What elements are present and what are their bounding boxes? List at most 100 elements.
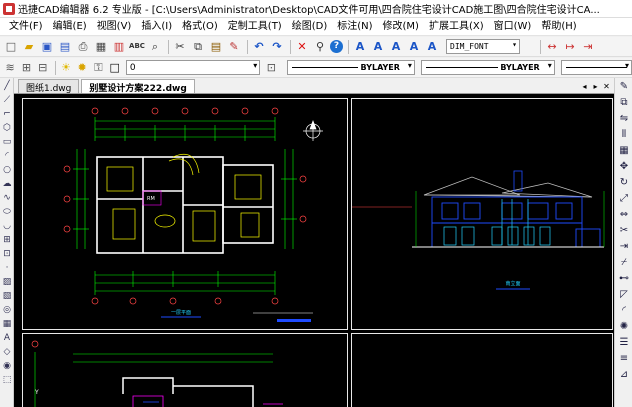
menu-extension-tools[interactable]: 扩展工具(X) — [424, 18, 489, 36]
layers-icon[interactable]: ≡ — [617, 352, 631, 366]
viewport-elevation[interactable]: 南立面 — [351, 98, 613, 330]
line-icon[interactable]: ╱ — [1, 80, 13, 92]
text-align-icon[interactable]: A — [424, 39, 440, 55]
lineweight-select[interactable] — [560, 60, 632, 75]
layer-color-icon[interactable]: □ — [108, 60, 122, 76]
ellipse-arc-icon[interactable]: ◡ — [1, 220, 13, 232]
paste-icon[interactable]: ▤ — [208, 39, 224, 55]
layer-on-icon[interactable]: ☀ — [59, 60, 73, 76]
dim-linear-icon[interactable]: ↔ — [544, 39, 560, 55]
linetype-select[interactable]: BYLAYER — [420, 60, 555, 75]
viewport-empty[interactable] — [351, 333, 613, 407]
mirror-icon[interactable]: ⇋ — [617, 112, 631, 126]
break-icon[interactable]: ⌿ — [617, 256, 631, 270]
text-icon[interactable]: A — [352, 39, 368, 55]
viewport-floor-plan[interactable]: RM 一层平面 — [22, 98, 348, 330]
trim-icon[interactable]: ✂ — [617, 224, 631, 238]
menu-edit[interactable]: 编辑(E) — [48, 18, 92, 36]
layer-manager-icon[interactable]: ≋ — [3, 60, 17, 76]
open-icon[interactable]: ▰ — [21, 39, 37, 55]
text-style-icon[interactable]: A — [406, 39, 422, 55]
array-icon[interactable]: ▦ — [617, 144, 631, 158]
menu-custom-tools[interactable]: 定制工具(T) — [223, 18, 287, 36]
print-preview-icon[interactable]: ▦ — [93, 39, 109, 55]
properties-icon[interactable]: ☰ — [617, 336, 631, 350]
color-select[interactable]: BYLAYER — [286, 60, 415, 75]
tab-scroll-right-icon[interactable]: ▸ — [590, 81, 601, 93]
publish-icon[interactable]: ▥ — [111, 39, 127, 55]
drawing-canvas[interactable]: RM 一层平面 南立面 Y — [14, 94, 614, 407]
layer-freeze-icon[interactable]: ✹ — [75, 60, 89, 76]
menu-dimension[interactable]: 标注(N) — [332, 18, 377, 36]
match-properties-icon[interactable]: ✎ — [226, 39, 242, 55]
new-file-icon[interactable]: □ — [3, 39, 19, 55]
copy-icon[interactable]: ⧉ — [190, 39, 206, 55]
dim-aligned-icon[interactable]: ↦ — [562, 39, 578, 55]
find-icon[interactable]: ⌕ — [147, 39, 163, 55]
revision-cloud-icon[interactable]: ☁ — [1, 178, 13, 190]
menu-view[interactable]: 视图(V) — [92, 18, 137, 36]
dim-ordinate-icon[interactable]: ⇥ — [580, 39, 596, 55]
extend-icon[interactable]: ⇥ — [617, 240, 631, 254]
layer-previous-icon[interactable]: ⊞ — [19, 60, 33, 76]
chamfer-icon[interactable]: ◸ — [617, 288, 631, 302]
menu-insert[interactable]: 插入(I) — [136, 18, 177, 36]
menu-modify[interactable]: 修改(M) — [378, 18, 424, 36]
menu-draw[interactable]: 绘图(D) — [287, 18, 333, 36]
erase-icon[interactable]: ✎ — [617, 80, 631, 94]
polygon-icon[interactable]: ⬡ — [1, 122, 13, 134]
spline-icon[interactable]: ∿ — [1, 192, 13, 204]
gradient-icon[interactable]: ▧ — [1, 290, 13, 302]
menu-format[interactable]: 格式(O) — [177, 18, 223, 36]
layer-state-icon[interactable]: ⊟ — [36, 60, 50, 76]
move-icon[interactable]: ✥ — [617, 160, 631, 174]
spell-check-icon[interactable]: ABC — [129, 39, 145, 55]
tab-scroll-left-icon[interactable]: ◂ — [579, 81, 590, 93]
polyline-icon[interactable]: ⌐ — [1, 108, 13, 120]
dimension-style-select[interactable]: DIM_FONT — [446, 39, 520, 54]
donut-icon[interactable]: ◉ — [1, 360, 13, 372]
measure-icon[interactable]: ⊿ — [617, 368, 631, 382]
stretch-icon[interactable]: ⇔ — [617, 208, 631, 222]
table-icon[interactable]: ▦ — [1, 318, 13, 330]
viewport-floor-plan-2[interactable]: Y — [22, 333, 348, 407]
explode-icon[interactable]: ✺ — [617, 320, 631, 334]
offset-icon[interactable]: ⫴ — [617, 128, 631, 142]
layer-select[interactable]: 0 — [125, 60, 261, 75]
layer-lock-icon[interactable]: ⚿ — [91, 60, 105, 76]
construction-line-icon[interactable]: ⟋ — [1, 94, 13, 106]
tab-close-icon[interactable]: ✕ — [601, 81, 612, 93]
circle-icon[interactable]: ○ — [1, 164, 13, 176]
rectangle-icon[interactable]: ▭ — [1, 136, 13, 148]
undo-icon[interactable]: ↶ — [251, 39, 267, 55]
scale-icon[interactable]: ⤢ — [617, 192, 631, 206]
zoom-icon[interactable]: ⚲ — [312, 39, 328, 55]
save-as-icon[interactable]: ▤ — [57, 39, 73, 55]
ellipse-icon[interactable]: ⬭ — [1, 206, 13, 218]
hatch-icon[interactable]: ▨ — [1, 276, 13, 288]
save-icon[interactable]: ▣ — [39, 39, 55, 55]
print-icon[interactable]: ⎙ — [75, 39, 91, 55]
text-edit-icon[interactable]: A — [388, 39, 404, 55]
boundary-icon[interactable]: ⬚ — [1, 374, 13, 386]
redo-icon[interactable]: ↷ — [269, 39, 285, 55]
mtext-icon[interactable]: A — [370, 39, 386, 55]
menu-file[interactable]: 文件(F) — [4, 18, 48, 36]
tab-villa-design[interactable]: 别墅设计方案222.dwg — [81, 79, 195, 94]
rotate-icon[interactable]: ↻ — [617, 176, 631, 190]
menu-window[interactable]: 窗口(W) — [489, 18, 537, 36]
fillet-icon[interactable]: ◜ — [617, 304, 631, 318]
join-icon[interactable]: ⊷ — [617, 272, 631, 286]
arc-icon[interactable]: ◜ — [1, 150, 13, 162]
point-icon[interactable]: · — [1, 262, 13, 274]
region-icon[interactable]: ◎ — [1, 304, 13, 316]
insert-block-icon[interactable]: ⊞ — [1, 234, 13, 246]
wipeout-icon[interactable]: ◇ — [1, 346, 13, 358]
tab-drawing1[interactable]: 图纸1.dwg — [18, 79, 80, 94]
delete-icon[interactable]: ✕ — [294, 39, 310, 55]
copy-object-icon[interactable]: ⧉ — [617, 96, 631, 110]
menu-help[interactable]: 帮助(H) — [536, 18, 581, 36]
multiline-text-icon[interactable]: A — [1, 332, 13, 344]
make-current-layer-icon[interactable]: ⊡ — [264, 60, 278, 76]
help-icon[interactable]: ? — [330, 40, 343, 53]
